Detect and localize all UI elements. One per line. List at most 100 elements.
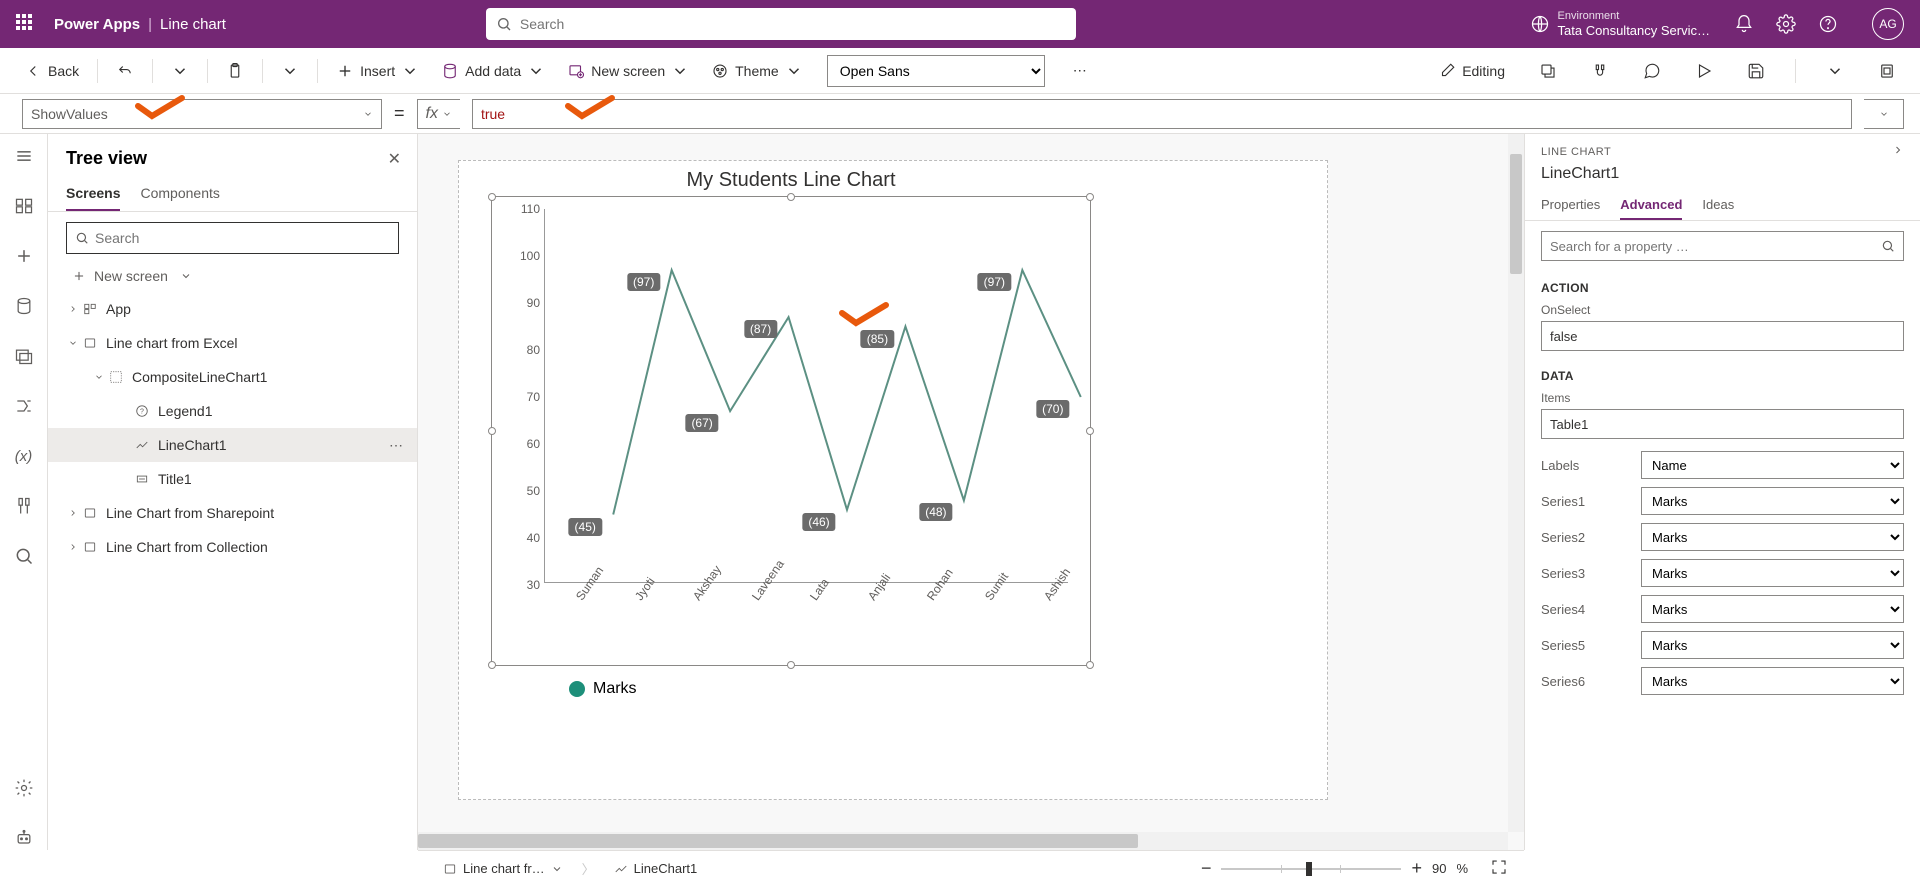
tab-properties[interactable]: Properties bbox=[1541, 191, 1600, 220]
chevron-right-icon bbox=[66, 540, 80, 554]
series3-select[interactable]: Marks bbox=[1641, 559, 1904, 587]
zoom-out-button[interactable]: − bbox=[1201, 858, 1212, 879]
canvas[interactable]: My Students Line Chart 30405060708090100… bbox=[418, 134, 1524, 850]
tree-node-screen-2[interactable]: Line Chart from Sharepoint bbox=[48, 496, 417, 530]
zoom-slider[interactable] bbox=[1221, 868, 1401, 870]
rail-search-icon[interactable] bbox=[12, 544, 36, 568]
resize-handle[interactable] bbox=[787, 661, 795, 669]
rail-hamburger-icon[interactable] bbox=[12, 144, 36, 168]
tree-node-app[interactable]: App bbox=[48, 292, 417, 326]
resize-handle[interactable] bbox=[488, 661, 496, 669]
canvas-hscroll[interactable] bbox=[418, 832, 1508, 850]
formula-input[interactable]: true bbox=[472, 99, 1852, 129]
paste-button[interactable] bbox=[218, 55, 252, 87]
chart-legend[interactable]: Marks bbox=[569, 680, 1091, 698]
canvas-vscroll[interactable] bbox=[1508, 134, 1524, 832]
series5-select[interactable]: Marks bbox=[1641, 631, 1904, 659]
data-label: (87) bbox=[744, 320, 777, 338]
tree-search[interactable] bbox=[66, 222, 399, 254]
series6-label: Series6 bbox=[1541, 674, 1631, 689]
breadcrumb-control[interactable]: LineChart1 bbox=[605, 856, 707, 881]
global-search-input[interactable] bbox=[520, 16, 1066, 32]
resize-handle[interactable] bbox=[488, 427, 496, 435]
tree-node-linechart[interactable]: LineChart1 ⋯ bbox=[48, 428, 417, 462]
chart-title[interactable]: My Students Line Chart bbox=[491, 169, 1091, 192]
resize-handle[interactable] bbox=[488, 193, 496, 201]
data-label: (85) bbox=[861, 330, 894, 348]
tree-node-title[interactable]: Title1 bbox=[48, 462, 417, 496]
tree-node-composite[interactable]: CompositeLineChart1 bbox=[48, 360, 417, 394]
chevron-right-icon[interactable] bbox=[1892, 144, 1904, 159]
series1-select[interactable]: Marks bbox=[1641, 487, 1904, 515]
rail-variables-icon[interactable]: (x) bbox=[12, 444, 36, 468]
tree-node-screen-3[interactable]: Line Chart from Collection bbox=[48, 530, 417, 564]
series2-select[interactable]: Marks bbox=[1641, 523, 1904, 551]
new-screen-link[interactable]: New screen bbox=[48, 264, 417, 292]
user-avatar[interactable]: AG bbox=[1872, 8, 1904, 40]
properties-panel: LINE CHART LineChart1 Properties Advance… bbox=[1524, 134, 1920, 850]
save-menu[interactable] bbox=[1818, 55, 1852, 87]
zoom-slider-knob[interactable] bbox=[1306, 862, 1312, 876]
global-search[interactable] bbox=[486, 8, 1076, 40]
formula-expand[interactable] bbox=[1864, 99, 1904, 129]
series4-select[interactable]: Marks bbox=[1641, 595, 1904, 623]
resize-handle[interactable] bbox=[1086, 661, 1094, 669]
rail-tree-view-icon[interactable] bbox=[12, 194, 36, 218]
data-label: (46) bbox=[802, 513, 835, 531]
publish-button[interactable] bbox=[1870, 55, 1904, 87]
app-launcher-icon[interactable] bbox=[16, 14, 36, 34]
fit-to-screen-button[interactable] bbox=[1490, 858, 1508, 879]
undo-button[interactable] bbox=[108, 55, 142, 87]
font-select[interactable]: Open Sans bbox=[827, 55, 1045, 87]
tree-node-screen-1[interactable]: Line chart from Excel bbox=[48, 326, 417, 360]
property-selector[interactable]: ShowValues bbox=[22, 99, 382, 129]
tab-components[interactable]: Components bbox=[140, 177, 219, 211]
tab-advanced[interactable]: Advanced bbox=[1620, 191, 1682, 220]
node-more-icon[interactable]: ⋯ bbox=[389, 437, 405, 454]
rail-settings-icon[interactable] bbox=[12, 776, 36, 800]
rail-insert-icon[interactable] bbox=[12, 244, 36, 268]
zoom-in-button[interactable]: + bbox=[1411, 858, 1422, 879]
share-button[interactable] bbox=[1531, 55, 1565, 87]
resize-handle[interactable] bbox=[1086, 193, 1094, 201]
rail-data-icon[interactable] bbox=[12, 294, 36, 318]
paste-menu[interactable] bbox=[273, 55, 307, 87]
tree-view-close-icon[interactable]: ✕ bbox=[388, 149, 401, 169]
back-button[interactable]: Back bbox=[16, 55, 87, 87]
line-chart-control[interactable]: 30405060708090100110 (45)Suman(97)Jyoti(… bbox=[491, 196, 1091, 666]
settings-gear-icon[interactable] bbox=[1776, 14, 1796, 34]
rail-virtual-agent-icon[interactable] bbox=[12, 826, 36, 850]
resize-handle[interactable] bbox=[787, 193, 795, 201]
notifications-icon[interactable] bbox=[1734, 14, 1754, 34]
new-screen-button[interactable]: New screen bbox=[559, 55, 697, 87]
onselect-value[interactable]: false bbox=[1541, 321, 1904, 351]
property-search-input[interactable] bbox=[1550, 239, 1881, 254]
breadcrumb-screen[interactable]: Line chart fr… bbox=[434, 856, 572, 881]
editing-mode-button[interactable]: Editing bbox=[1430, 55, 1513, 87]
rail-tools-icon[interactable] bbox=[12, 494, 36, 518]
add-data-button[interactable]: Add data bbox=[433, 55, 553, 87]
rail-flows-icon[interactable] bbox=[12, 394, 36, 418]
labels-select[interactable]: Name bbox=[1641, 451, 1904, 479]
environment-picker[interactable]: Environment Tata Consultancy Servic… bbox=[1530, 10, 1710, 39]
tree-search-input[interactable] bbox=[95, 230, 390, 246]
screen-surface[interactable]: My Students Line Chart 30405060708090100… bbox=[458, 160, 1328, 800]
comments-button[interactable] bbox=[1635, 55, 1669, 87]
theme-button[interactable]: Theme bbox=[703, 55, 811, 87]
rail-media-icon[interactable] bbox=[12, 344, 36, 368]
series6-select[interactable]: Marks bbox=[1641, 667, 1904, 695]
insert-button[interactable]: Insert bbox=[328, 55, 427, 87]
chevron-down-icon bbox=[180, 270, 192, 282]
items-value[interactable]: Table1 bbox=[1541, 409, 1904, 439]
app-checker-button[interactable] bbox=[1583, 55, 1617, 87]
tab-screens[interactable]: Screens bbox=[66, 177, 120, 211]
tree-node-legend[interactable]: ? Legend1 bbox=[48, 394, 417, 428]
property-search[interactable] bbox=[1541, 231, 1904, 261]
help-icon[interactable] bbox=[1818, 14, 1838, 34]
tab-ideas[interactable]: Ideas bbox=[1702, 191, 1734, 220]
undo-menu[interactable] bbox=[163, 55, 197, 87]
screen-icon bbox=[82, 505, 98, 521]
overflow-menu[interactable]: ⋯ bbox=[1065, 55, 1095, 87]
save-button[interactable] bbox=[1739, 55, 1773, 87]
preview-button[interactable] bbox=[1687, 55, 1721, 87]
